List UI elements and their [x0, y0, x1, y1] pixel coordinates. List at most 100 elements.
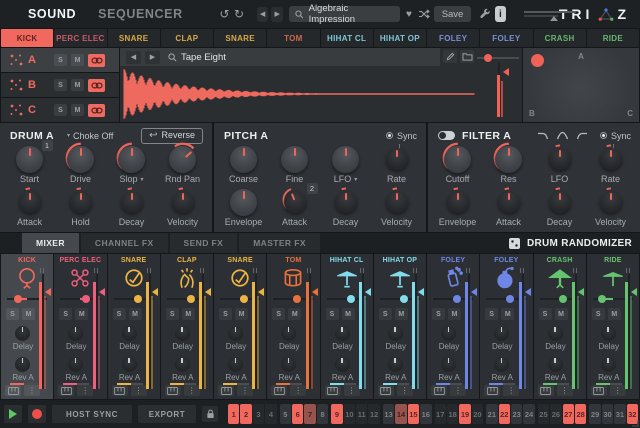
- fader-handle[interactable]: [471, 288, 477, 296]
- layer-mute-button[interactable]: M: [71, 54, 84, 66]
- record-button[interactable]: [28, 405, 46, 423]
- reverb-send-knob[interactable]: [175, 357, 190, 372]
- channel-solo-button[interactable]: S: [326, 308, 339, 320]
- slider-handle[interactable]: [484, 54, 492, 62]
- keyboard-mapping-button[interactable]: [112, 385, 128, 396]
- step-cell[interactable]: 21: [486, 404, 497, 424]
- channel-mute-button[interactable]: M: [235, 308, 248, 320]
- step-cell[interactable]: 13: [383, 404, 394, 424]
- step-cell[interactable]: 25: [538, 404, 549, 424]
- tab-master-fx[interactable]: MASTER FX: [239, 233, 320, 253]
- channel-solo-button[interactable]: S: [166, 308, 179, 320]
- channel-fader[interactable]: [303, 274, 315, 389]
- step-cell[interactable]: 12: [368, 404, 379, 424]
- tab-send-fx[interactable]: SEND FX: [170, 233, 238, 253]
- step-cell[interactable]: 17: [435, 404, 446, 424]
- reverb-send-knob[interactable]: [388, 357, 403, 372]
- channel-solo-button[interactable]: S: [272, 308, 285, 320]
- keyboard-mapping-button[interactable]: [538, 385, 554, 396]
- fader-handle[interactable]: [205, 288, 211, 296]
- mixer-channel-strip[interactable]: SNARE S M Delay Rev A: [214, 254, 266, 399]
- drum-pad[interactable]: RIDE: [587, 29, 639, 47]
- knob[interactable]: [549, 148, 571, 170]
- drum-randomizer-button[interactable]: DRUM RANDOMIZER: [508, 237, 632, 250]
- pan-handle[interactable]: [453, 295, 461, 303]
- keyboard-mapping-button[interactable]: [431, 385, 447, 396]
- pan-handle[interactable]: [559, 295, 567, 303]
- layer-solo-button[interactable]: S: [54, 54, 67, 66]
- step-cell[interactable]: 2: [240, 404, 251, 424]
- layer-link-button[interactable]: [88, 79, 105, 92]
- drum-pad[interactable]: HIHAT CL: [321, 29, 373, 47]
- knob[interactable]: [549, 191, 571, 213]
- mixer-channel-strip[interactable]: HIHAT CL S M Delay Rev A: [321, 254, 373, 399]
- mixer-channel-strip[interactable]: KICK S M Delay Rev A: [1, 254, 53, 399]
- drum-pad[interactable]: FOLEY: [480, 29, 532, 47]
- pan-handle[interactable]: [134, 295, 142, 303]
- delay-send-knob[interactable]: [441, 326, 456, 341]
- keyboard-mapping-button[interactable]: [484, 385, 500, 396]
- mixer-channel-strip[interactable]: PERC ELEC S M Delay Rev A: [54, 254, 106, 399]
- pan-handle[interactable]: [293, 295, 301, 303]
- reverb-send-knob[interactable]: [281, 357, 296, 372]
- knob[interactable]: [70, 191, 92, 213]
- layer-solo-button[interactable]: S: [54, 79, 67, 91]
- pattern-lock-button[interactable]: [202, 406, 218, 422]
- keyboard-mapping-button[interactable]: [591, 385, 607, 396]
- reverb-send-knob[interactable]: [601, 357, 616, 372]
- channel-fader[interactable]: [462, 274, 474, 389]
- keyboard-mapping-button[interactable]: [325, 385, 341, 396]
- step-cell[interactable]: 18: [447, 404, 458, 424]
- fader-handle[interactable]: [418, 288, 424, 296]
- slider-thumb[interactable]: [550, 16, 558, 21]
- channel-mute-button[interactable]: M: [129, 308, 142, 320]
- step-cell[interactable]: 5: [280, 404, 291, 424]
- knob[interactable]: [600, 191, 622, 213]
- step-cell[interactable]: 10: [344, 404, 355, 424]
- step-cell[interactable]: 3: [253, 404, 264, 424]
- delay-send-knob[interactable]: [281, 326, 296, 341]
- knob[interactable]: [121, 191, 143, 213]
- step-cell[interactable]: 8: [317, 404, 328, 424]
- layer-link-button[interactable]: [88, 104, 105, 117]
- pan-handle[interactable]: [598, 295, 606, 303]
- pan-handle[interactable]: [187, 295, 195, 303]
- channel-solo-button[interactable]: S: [592, 308, 605, 320]
- mixer-channel-strip[interactable]: HIHAT OP S M Delay Rev A: [374, 254, 426, 399]
- layer-mute-button[interactable]: M: [71, 104, 84, 116]
- play-button[interactable]: [4, 405, 22, 423]
- drum-pad[interactable]: KICK: [1, 29, 53, 47]
- knob[interactable]: [67, 146, 94, 173]
- knob[interactable]: [332, 146, 359, 173]
- reverb-send-knob[interactable]: [441, 357, 456, 372]
- channel-mute-button[interactable]: M: [395, 308, 408, 320]
- edit-pencil-button[interactable]: [443, 50, 457, 63]
- xy-morph-pad[interactable]: A B C: [523, 48, 639, 122]
- redo-icon[interactable]: ↻: [233, 7, 245, 22]
- channel-solo-button[interactable]: S: [219, 308, 232, 320]
- step-cell[interactable]: 29: [589, 404, 600, 424]
- reverb-send-knob[interactable]: [548, 357, 563, 372]
- drum-pad[interactable]: CRASH: [534, 29, 586, 47]
- knob[interactable]: [169, 146, 196, 173]
- mixer-channel-strip[interactable]: SNARE S M Delay Rev A: [108, 254, 160, 399]
- layer-solo-button[interactable]: S: [54, 104, 67, 116]
- step-cell[interactable]: 27: [563, 404, 574, 424]
- knob[interactable]: [16, 146, 43, 173]
- step-cell[interactable]: 28: [575, 404, 586, 424]
- drum-pad[interactable]: SNARE: [108, 29, 160, 47]
- lowpass-icon[interactable]: [537, 131, 550, 141]
- reverb-send-knob[interactable]: [122, 357, 137, 372]
- channel-fader[interactable]: [90, 274, 102, 389]
- channel-mute-button[interactable]: M: [608, 308, 621, 320]
- window-resize-handle[interactable]: [632, 420, 639, 427]
- channel-solo-button[interactable]: S: [539, 308, 552, 320]
- preset-prev-button[interactable]: ◀: [257, 7, 269, 22]
- delay-send-knob[interactable]: [494, 326, 509, 341]
- tab-mixer[interactable]: MIXER: [22, 233, 79, 253]
- tab-channel-fx[interactable]: CHANNEL FX: [81, 233, 168, 253]
- channel-fader[interactable]: [516, 274, 528, 389]
- undo-icon[interactable]: ↺: [219, 7, 231, 22]
- step-cell[interactable]: 1: [228, 404, 239, 424]
- waveform-display[interactable]: [122, 67, 476, 121]
